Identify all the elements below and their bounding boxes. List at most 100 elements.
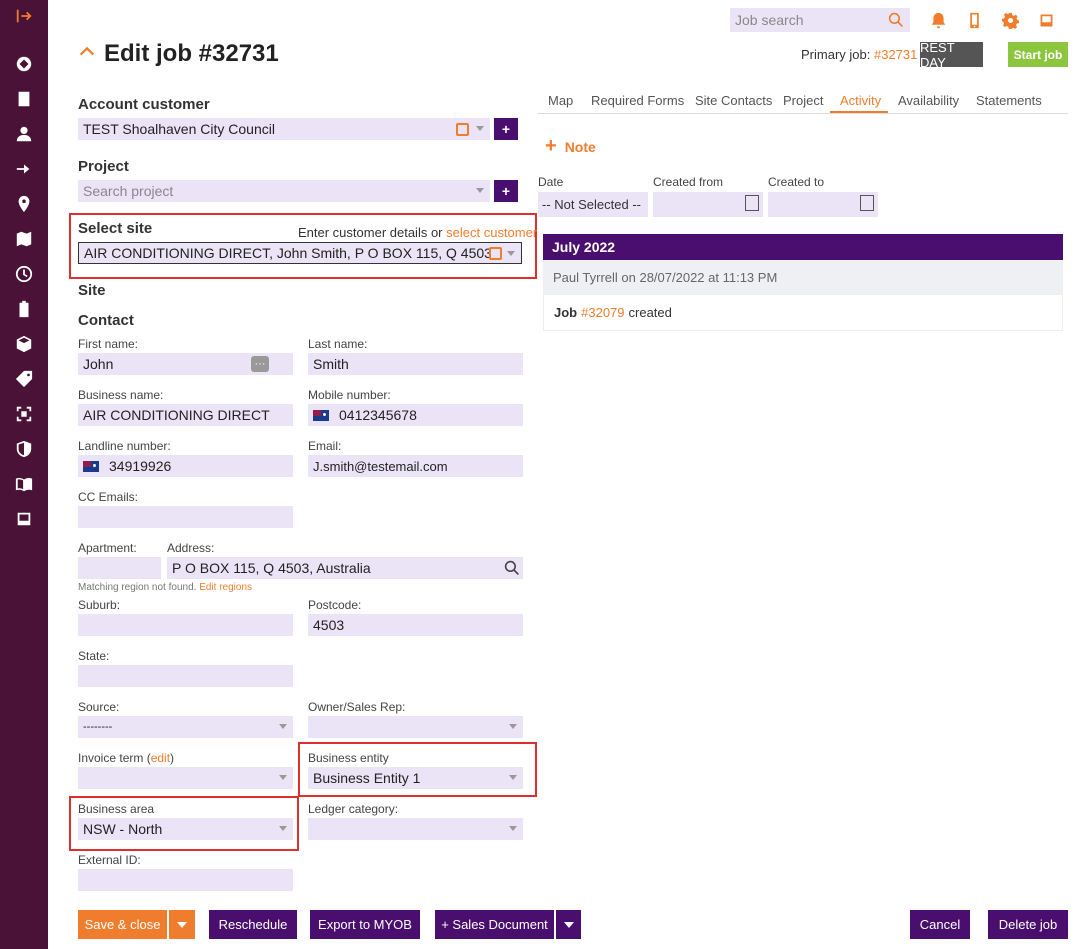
tab-required-forms[interactable]: Required Forms	[591, 93, 684, 108]
ledger-select[interactable]	[308, 818, 523, 840]
chevron-down-icon[interactable]	[507, 251, 515, 256]
map-icon[interactable]	[14, 229, 34, 249]
save-options-dropdown[interactable]	[169, 910, 195, 939]
sales-document-button[interactable]: + Sales Document	[435, 910, 554, 939]
edit-regions-link[interactable]: Edit regions	[199, 582, 252, 593]
add-note-button[interactable]: + Note	[545, 135, 596, 158]
tab-statements[interactable]: Statements	[976, 93, 1042, 108]
australia-flag-icon[interactable]	[83, 460, 99, 472]
forms-icon[interactable]	[14, 89, 34, 109]
sales-document-dropdown[interactable]	[556, 910, 581, 939]
external-link-icon[interactable]	[489, 247, 502, 260]
page-title-text: Edit job #32731	[104, 40, 279, 67]
site-select[interactable]: AIR CONDITIONING DIRECT, John Smith, P O…	[78, 242, 522, 264]
search-icon[interactable]	[504, 560, 520, 576]
inbox-tray-icon[interactable]	[1036, 10, 1056, 30]
tab-availability[interactable]: Availability	[898, 93, 959, 108]
email-value: J.smith@testemail.com	[313, 458, 448, 474]
user-icon[interactable]	[14, 124, 34, 144]
add-customer-button[interactable]: +	[494, 118, 518, 140]
external-link-icon[interactable]	[456, 123, 469, 136]
gear-icon[interactable]	[1000, 10, 1020, 30]
suburb-field[interactable]	[78, 614, 293, 636]
primary-job-link[interactable]: #32731	[874, 47, 917, 62]
save-close-button[interactable]: Save & close	[78, 910, 167, 939]
chevron-down-icon[interactable]	[279, 724, 287, 729]
project-select[interactable]: Search project	[78, 180, 490, 202]
chevron-down-icon[interactable]	[476, 126, 484, 131]
owner-label: Owner/Sales Rep:	[308, 700, 406, 714]
tab-site-contacts[interactable]: Site Contacts	[695, 93, 772, 108]
tab-activity[interactable]: Activity	[840, 93, 881, 108]
active-tab-indicator	[830, 111, 888, 113]
job-search[interactable]	[730, 8, 910, 32]
business-name-field[interactable]: AIR CONDITIONING DIRECT	[78, 404, 293, 426]
rest-day-badge[interactable]: REST DAY	[920, 40, 983, 70]
invoice-term-select[interactable]	[78, 767, 293, 789]
cc-emails-field[interactable]	[78, 506, 293, 528]
export-myob-button[interactable]: Export to MYOB	[310, 910, 420, 939]
job-search-input[interactable]	[735, 12, 885, 28]
address-field[interactable]: P O BOX 115, Q 4503, Australia	[167, 557, 523, 579]
chevron-up-icon[interactable]	[78, 42, 96, 66]
calendar-icon[interactable]	[860, 195, 874, 211]
owner-select[interactable]	[308, 716, 523, 738]
chevron-down-icon[interactable]	[279, 826, 287, 831]
start-job-button[interactable]: Start job	[1008, 42, 1068, 67]
created-to-field[interactable]	[768, 192, 878, 217]
box-icon[interactable]	[14, 334, 34, 354]
last-name-value: Smith	[313, 356, 349, 372]
location-pin-icon[interactable]	[14, 194, 34, 214]
project-placeholder: Search project	[83, 183, 174, 199]
postcode-field[interactable]: 4503	[308, 614, 523, 636]
select-customer-link[interactable]: select customer	[446, 225, 537, 240]
chevron-down-icon[interactable]	[509, 775, 517, 780]
source-select[interactable]: --------	[78, 716, 293, 738]
email-label: Email:	[308, 439, 342, 453]
email-field[interactable]: J.smith@testemail.com	[308, 455, 523, 477]
shield-icon[interactable]	[14, 439, 34, 459]
chevron-down-icon[interactable]	[509, 724, 517, 729]
account-customer-value: TEST Shoalhaven City Council	[83, 121, 275, 137]
cancel-button[interactable]: Cancel	[910, 910, 970, 939]
scan-icon[interactable]	[14, 404, 34, 424]
reschedule-button[interactable]: Reschedule	[209, 910, 297, 939]
date-filter-select[interactable]: -- Not Selected --	[538, 192, 648, 217]
mobile-icon[interactable]	[964, 10, 984, 30]
created-from-field[interactable]	[653, 192, 763, 217]
invoice-term-edit-link[interactable]: edit	[151, 751, 170, 765]
tag-icon[interactable]	[14, 369, 34, 389]
calendar-icon[interactable]	[745, 195, 759, 211]
collapse-sidebar-icon[interactable]	[14, 6, 34, 26]
clock-icon[interactable]	[14, 264, 34, 284]
account-customer-select[interactable]: TEST Shoalhaven City Council	[78, 118, 490, 140]
jobs-icon[interactable]	[14, 54, 34, 74]
book-icon[interactable]	[14, 474, 34, 494]
apartment-field[interactable]	[78, 557, 161, 579]
tab-project[interactable]: Project	[783, 93, 823, 108]
inbox-icon[interactable]	[14, 509, 34, 529]
external-id-field[interactable]	[78, 869, 293, 891]
state-field[interactable]	[78, 665, 293, 687]
delete-job-button[interactable]: Delete job	[988, 910, 1068, 939]
clipboard-icon[interactable]	[14, 299, 34, 319]
activity-job-link[interactable]: #32079	[581, 305, 624, 320]
invoice-term-label: Invoice term (	[78, 751, 151, 765]
search-icon[interactable]	[888, 12, 904, 28]
first-name-field[interactable]: John ···	[78, 353, 293, 375]
chevron-down-icon[interactable]	[279, 775, 287, 780]
workflow-icon[interactable]	[14, 159, 34, 179]
last-name-field[interactable]: Smith	[308, 353, 523, 375]
add-project-button[interactable]: +	[494, 180, 518, 202]
notification-bell-icon[interactable]	[928, 10, 948, 30]
australia-flag-icon[interactable]	[313, 409, 329, 421]
more-options-icon[interactable]: ···	[251, 356, 269, 372]
business-area-select[interactable]: NSW - North	[78, 818, 293, 840]
chevron-down-icon[interactable]	[476, 188, 484, 193]
landline-field[interactable]: 34919926	[78, 455, 293, 477]
tab-map[interactable]: Map	[548, 93, 573, 108]
mobile-field[interactable]: 0412345678	[308, 404, 523, 426]
chevron-down-icon[interactable]	[509, 826, 517, 831]
landline-label: Landline number:	[78, 439, 171, 453]
business-entity-select[interactable]: Business Entity 1	[308, 767, 523, 789]
